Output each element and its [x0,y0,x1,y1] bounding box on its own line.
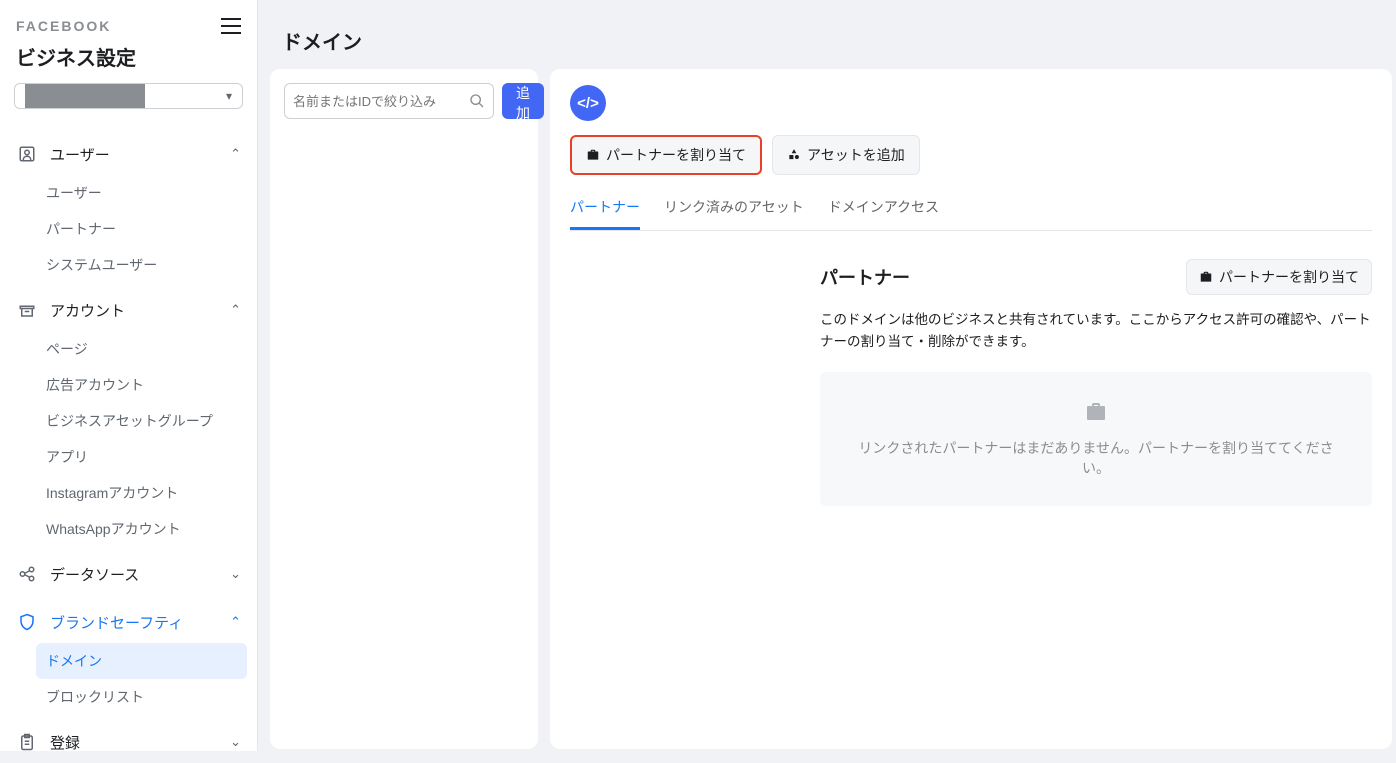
assign-partner-button[interactable]: パートナーを割り当て [570,135,762,175]
nav-section-brand-safety[interactable]: ブランドセーフティ ⌃ [10,601,247,643]
chevron-up-icon: ⌃ [230,302,241,318]
chevron-up-icon: ⌃ [230,146,241,162]
chevron-up-icon: ⌃ [230,614,241,630]
hamburger-icon[interactable] [221,18,241,34]
partner-title: パートナー [820,264,910,290]
nav-label: 登録 [50,732,230,753]
search-input[interactable] [293,94,469,109]
sidebar-item-users[interactable]: ユーザー [36,175,247,211]
button-label: パートナーを割り当て [1219,267,1359,287]
partner-description: このドメインは他のビジネスと共有されています。ここからアクセス許可の確認や、パー… [820,309,1372,352]
search-icon [469,93,485,109]
sidebar-item-ad-accounts[interactable]: 広告アカウント [36,367,247,403]
chevron-down-icon: ⌄ [230,734,241,750]
share-nodes-icon [16,563,38,585]
archive-icon [16,299,38,321]
button-label: アセットを追加 [807,145,905,165]
brand-logo: FACEBOOK [16,18,111,34]
chevron-down-icon: ▾ [226,89,232,103]
domain-list-panel: 追加 [270,69,538,749]
sidebar-item-asset-groups[interactable]: ビジネスアセットグループ [36,403,247,439]
domain-detail-panel: </> パートナーを割り当て アセットを追加 パートナー リンク済みのアセ [550,69,1392,749]
sidebar-item-system-users[interactable]: システムユーザー [36,247,247,283]
code-icon: </> [570,85,606,121]
user-icon [16,143,38,165]
tab-partners[interactable]: パートナー [570,187,640,230]
clipboard-icon [16,731,38,753]
nav-section-register[interactable]: 登録 ⌄ [10,721,247,763]
sidebar-item-whatsapp[interactable]: WhatsAppアカウント [36,511,247,547]
sidebar-item-blocklists[interactable]: ブロックリスト [36,679,247,715]
business-selector[interactable]: ▾ [14,83,243,109]
sidebar-header: FACEBOOK [10,18,247,40]
briefcase-icon [848,400,1344,430]
briefcase-icon [586,148,600,162]
sidebar-item-domains[interactable]: ドメイン [36,643,247,679]
nav-label: ユーザー [50,144,230,165]
nav-label: アカウント [50,300,230,321]
sidebar: FACEBOOK ビジネス設定 ▾ ユーザー ⌃ ユーザー パートナー システム… [0,0,258,751]
shield-icon [16,611,38,633]
business-name-placeholder [25,84,145,108]
briefcase-icon [1199,270,1213,284]
main-header: ドメイン [258,0,1396,69]
nav-label: データソース [50,564,230,585]
sidebar-title: ビジネス設定 [10,40,247,83]
assign-partner-button-2[interactable]: パートナーを割り当て [1186,259,1372,295]
sidebar-item-partners[interactable]: パートナー [36,211,247,247]
button-label: パートナーを割り当て [606,145,746,165]
nav-section-users[interactable]: ユーザー ⌃ [10,133,247,175]
nav-label: ブランドセーフティ [50,612,230,633]
add-asset-button[interactable]: アセットを追加 [772,135,920,175]
empty-state: リンクされたパートナーはまだありません。パートナーを割り当ててください。 [820,372,1372,506]
tab-domain-access[interactable]: ドメインアクセス [828,187,939,230]
nav-section-accounts[interactable]: アカウント ⌃ [10,289,247,331]
sidebar-item-pages[interactable]: ページ [36,331,247,367]
empty-message: リンクされたパートナーはまだありません。パートナーを割り当ててください。 [848,438,1344,478]
add-button[interactable]: 追加 [502,83,544,119]
tabs: パートナー リンク済みのアセット ドメインアクセス [570,187,1372,231]
partner-section: パートナー パートナーを割り当て このドメインは他のビジネスと共有されています。… [570,231,1372,506]
shapes-icon [787,148,801,162]
chevron-down-icon: ⌄ [230,566,241,582]
sidebar-item-apps[interactable]: アプリ [36,439,247,475]
nav-section-datasources[interactable]: データソース ⌄ [10,553,247,595]
search-wrap [284,83,494,119]
tab-linked-assets[interactable]: リンク済みのアセット [664,187,804,230]
sidebar-item-instagram[interactable]: Instagramアカウント [36,475,247,511]
main-content: ドメイン 追加 </> パートナーを割り当て [258,0,1396,751]
